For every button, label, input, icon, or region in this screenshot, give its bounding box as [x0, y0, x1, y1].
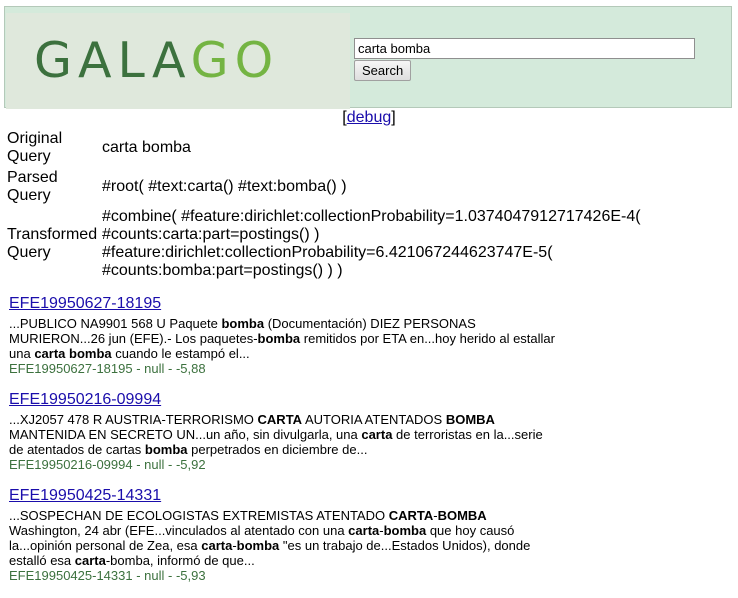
transformed-query-line: #counts:carta:part=postings() ) — [102, 226, 320, 243]
query-info-table: Original Query carta bomba Parsed Query … — [7, 130, 737, 283]
parsed-query-row: Parsed Query #root( #text:carta() #text:… — [7, 169, 737, 205]
snippet-text: ...SOSPECHAN DE ECOLOGISTAS EXTREMISTAS … — [9, 508, 389, 523]
header-bar: GALAGO Search — [4, 6, 732, 109]
snippet-line: de atentados de cartas bomba perpetrados… — [9, 442, 569, 457]
result-meta: EFE19950425-14331 - null - -5,93 — [9, 568, 206, 583]
highlighted-term: CARTA — [388, 508, 434, 523]
highlighted-term: bomba — [144, 442, 188, 457]
transformed-query-line: #feature:dirichlet:collectionProbability… — [102, 244, 553, 261]
snippet-text: (Documentación) DIEZ PERSONAS — [264, 316, 476, 331]
snippet-line: estalló esa carta-bomba, informó de que.… — [9, 553, 569, 568]
result-title-link[interactable]: EFE19950425-14331 — [9, 487, 161, 505]
original-query-value: carta bomba — [102, 139, 191, 156]
label-line: Query — [7, 244, 51, 261]
logo-panel: GALAGO — [6, 13, 350, 109]
highlighted-term: bomba — [221, 316, 265, 331]
search-input[interactable] — [354, 38, 695, 59]
snippet-text: "es un trabajo de...Estados Unidos), don… — [279, 538, 531, 553]
snippet-line: ...XJ2057 478 R AUSTRIA-TERRORISMO CARTA… — [9, 412, 569, 427]
snippet-text: la...opinión personal de Zea, esa — [9, 538, 202, 553]
highlighted-term: carta — [361, 427, 393, 442]
search-result: EFE19950216-09994 ...XJ2057 478 R AUSTRIA… — [9, 391, 569, 472]
debug-link-container: [debug] — [0, 109, 738, 127]
highlighted-term: bomba — [383, 523, 427, 538]
snippet-text: cuando le estampó el... — [111, 346, 250, 361]
snippet-text: ...PUBLICO NA9901 568 U Paquete — [9, 316, 222, 331]
snippet-line: ...SOSPECHAN DE ECOLOGISTAS EXTREMISTAS … — [9, 508, 569, 523]
snippet-line: MANTENIDA EN SECRETO UN...un año, sin di… — [9, 427, 569, 442]
result-meta: EFE19950627-18195 - null - -5,88 — [9, 361, 206, 376]
transformed-query-row: Transformed Query #combine( #feature:dir… — [7, 208, 737, 280]
highlighted-term: BOMBA — [437, 508, 487, 523]
result-snippet: ...PUBLICO NA9901 568 U Paquete bomba (D… — [9, 316, 569, 361]
snippet-line: la...opinión personal de Zea, esa carta-… — [9, 538, 569, 553]
snippet-text: Washington, 24 abr (EFE...vinculados al … — [9, 523, 349, 538]
transformed-query-label: Transformed Query — [7, 208, 102, 280]
label-line: Query — [7, 187, 51, 204]
highlighted-term: BOMBA — [445, 412, 495, 427]
debug-bracket-close: ] — [391, 109, 396, 126]
highlighted-term: CARTA — [257, 412, 303, 427]
parsed-query-label: Parsed Query — [7, 169, 102, 205]
search-result: EFE19950425-14331 ...SOSPECHAN DE ECOLOGI… — [9, 487, 569, 583]
result-snippet: ...XJ2057 478 R AUSTRIA-TERRORISMO CARTA… — [9, 412, 569, 457]
original-query-row: Original Query carta bomba — [7, 130, 737, 166]
label-line: Query — [7, 148, 51, 165]
transformed-query-value: #combine( #feature:dirichlet:collectionP… — [102, 208, 737, 280]
snippet-text: -bomba, informó de que... — [105, 553, 255, 568]
results-list: EFE19950627-18195 ...PUBLICO NA9901 568 U… — [9, 295, 569, 598]
snippet-text: AUTORIA ATENTADOS — [302, 412, 446, 427]
result-title-link[interactable]: EFE19950216-09994 — [9, 391, 161, 409]
transformed-query-line: #counts:bomba:part=postings() ) ) — [102, 262, 343, 279]
highlighted-term: carta bomba — [34, 346, 112, 361]
snippet-text: estalló esa — [9, 553, 75, 568]
highlighted-term: carta — [201, 538, 233, 553]
result-snippet: ...SOSPECHAN DE ECOLOGISTAS EXTREMISTAS … — [9, 508, 569, 568]
snippet-text: de terroristas en la...serie — [392, 427, 543, 442]
label-line: Parsed — [7, 169, 58, 186]
snippet-text: remitidos por ETA en...hoy herido al est… — [300, 331, 555, 346]
snippet-text: de atentados de cartas — [9, 442, 145, 457]
search-result: EFE19950627-18195 ...PUBLICO NA9901 568 U… — [9, 295, 569, 376]
snippet-line: MURIERON...26 jun (EFE).- Los paquetes-b… — [9, 331, 569, 346]
highlighted-term: carta — [348, 523, 380, 538]
original-query-label: Original Query — [7, 130, 102, 166]
label-line: Transformed — [7, 226, 98, 243]
snippet-text: MURIERON...26 jun (EFE).- Los paquetes- — [9, 331, 258, 346]
snippet-text: MANTENIDA EN SECRETO UN...un año, sin di… — [9, 427, 362, 442]
parsed-query-value: #root( #text:carta() #text:bomba() ) — [102, 178, 347, 195]
highlighted-term: bomba — [236, 538, 280, 553]
search-button[interactable]: Search — [354, 60, 412, 81]
snippet-text: perpetrados en diciembre de... — [187, 442, 368, 457]
snippet-line: Washington, 24 abr (EFE...vinculados al … — [9, 523, 569, 538]
snippet-line: una carta bomba cuando le estampó el... — [9, 346, 569, 361]
transformed-query-line: #combine( #feature:dirichlet:collectionP… — [102, 208, 641, 225]
snippet-line: ...PUBLICO NA9901 568 U Paquete bomba (D… — [9, 316, 569, 331]
galago-logo[interactable]: GALAGO — [34, 36, 279, 85]
highlighted-term: carta — [74, 553, 106, 568]
result-title-link[interactable]: EFE19950627-18195 — [9, 295, 161, 313]
result-meta: EFE19950216-09994 - null - -5,92 — [9, 457, 206, 472]
debug-link[interactable]: debug — [347, 109, 392, 126]
label-line: Original — [7, 130, 63, 147]
highlighted-term: bomba — [257, 331, 301, 346]
snippet-text: una — [9, 346, 35, 361]
snippet-text: que hoy causó — [426, 523, 515, 538]
snippet-text: ...XJ2057 478 R AUSTRIA-TERRORISMO — [9, 412, 258, 427]
